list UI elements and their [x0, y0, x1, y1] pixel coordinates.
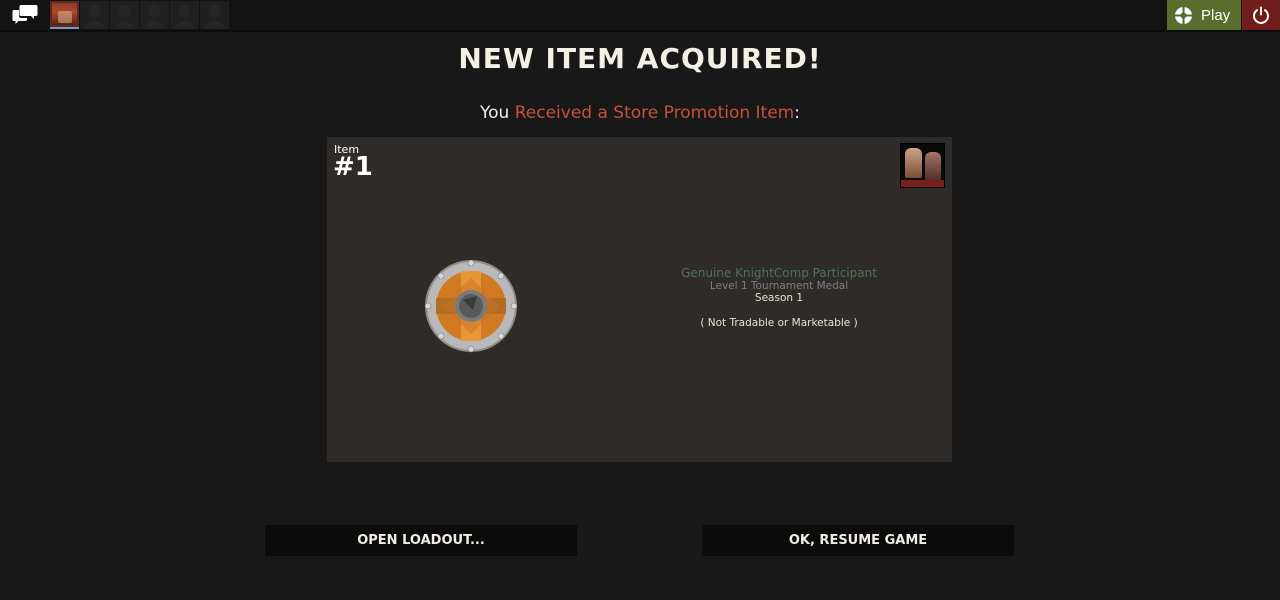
empty-party-slot[interactable] [140, 1, 169, 29]
silhouette-icon [113, 5, 136, 29]
silhouette-icon [83, 5, 106, 29]
medal-icon [424, 259, 518, 353]
power-icon [1253, 6, 1269, 24]
subtitle-suffix: : [794, 103, 800, 123]
chat-icon[interactable] [8, 2, 42, 28]
party-member-avatar[interactable] [50, 1, 79, 29]
item-giver-avatar[interactable] [900, 143, 945, 188]
resume-game-button[interactable]: OK, RESUME GAME [702, 525, 1014, 556]
open-loadout-button[interactable]: OPEN LOADOUT... [265, 525, 577, 556]
dialog-title: NEW ITEM ACQUIRED! [458, 42, 822, 75]
party-slots [50, 1, 229, 29]
item-description: Genuine KnightComp Participant Level 1 T… [649, 266, 909, 329]
item-season: Season 1 [754, 292, 804, 304]
silhouette-icon [173, 5, 196, 29]
empty-party-slot[interactable] [110, 1, 139, 29]
item-name: Genuine KnightComp Participant [681, 266, 877, 280]
empty-party-slot[interactable] [170, 1, 199, 29]
empty-party-slot[interactable] [200, 1, 229, 29]
silhouette-icon [143, 5, 166, 29]
item-number: #1 [333, 152, 373, 182]
play-button[interactable]: Play [1167, 0, 1241, 30]
play-label: Play [1201, 6, 1231, 24]
silhouette-icon [203, 5, 226, 29]
subtitle-highlight: Received a Store Promotion Item [514, 103, 795, 123]
subtitle-prefix: You [480, 103, 515, 123]
quit-button[interactable] [1242, 0, 1280, 30]
item-tradability: ( Not Tradable or Marketable ) [700, 317, 858, 329]
play-logo-icon [1174, 6, 1193, 24]
item-panel: Item #1 Genuine KnightComp Participant L… [327, 137, 952, 462]
top-bar: Play [0, 0, 1280, 32]
item-level: Level 1 Tournament Medal [709, 280, 849, 292]
dialog-subtitle: You Received a Store Promotion Item: [0, 103, 1280, 123]
empty-party-slot[interactable] [80, 1, 109, 29]
